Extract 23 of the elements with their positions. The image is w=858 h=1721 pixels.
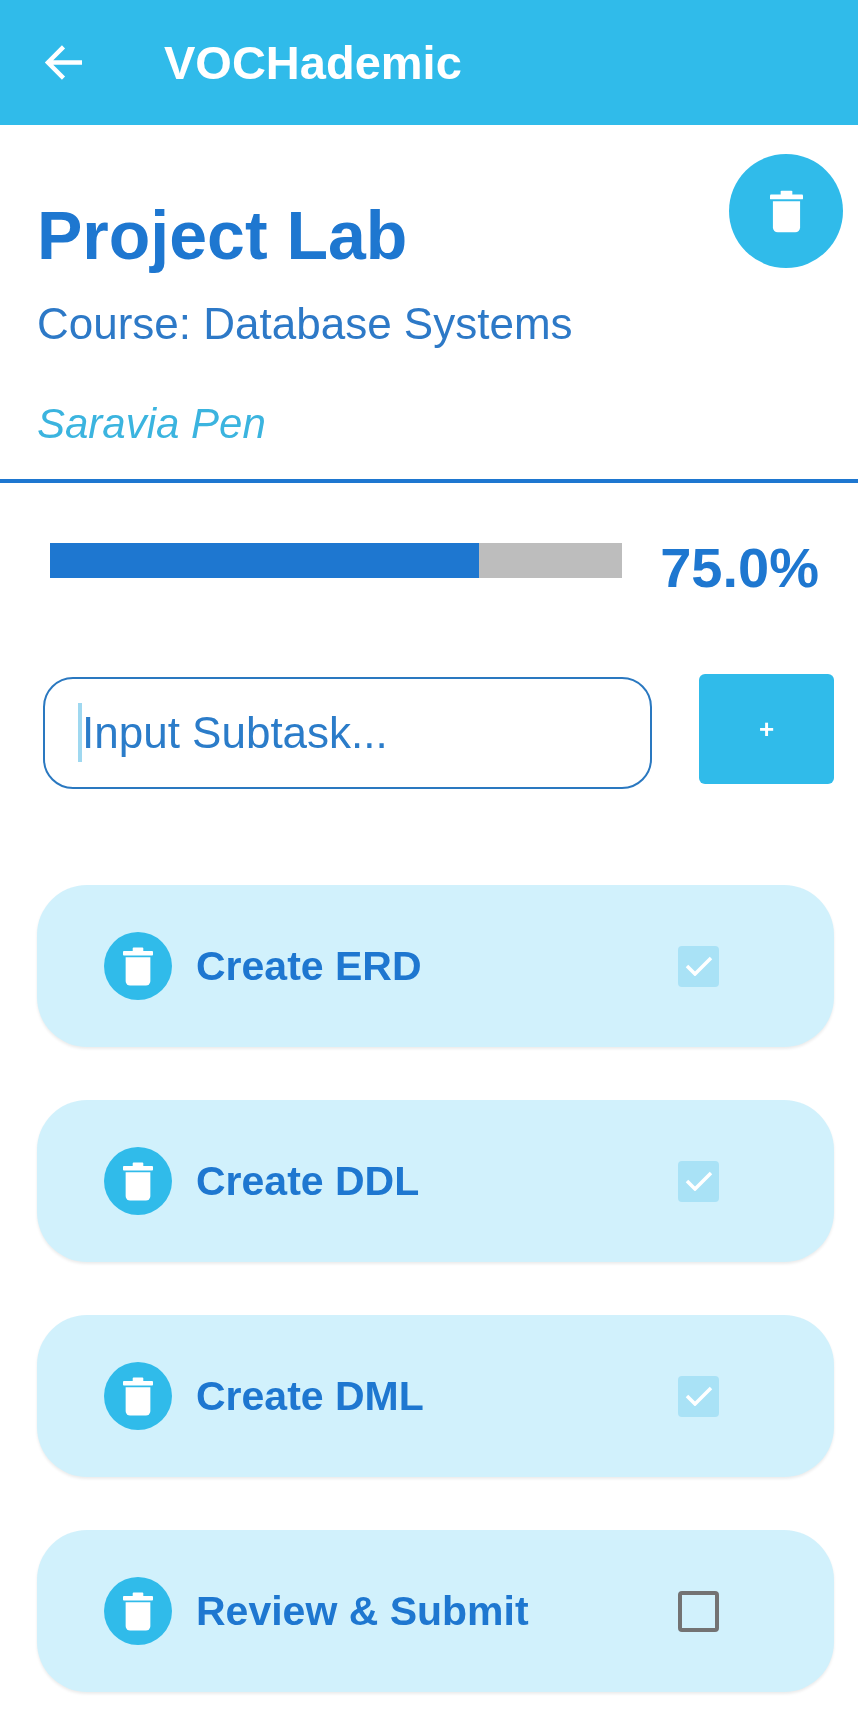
check-icon: [684, 1386, 713, 1406]
subtask-label: Review & Submit: [196, 1590, 530, 1632]
trash-icon: [123, 946, 153, 986]
check-icon: [684, 956, 713, 976]
checkbox[interactable]: [678, 1375, 719, 1417]
checkbox[interactable]: [678, 1160, 719, 1202]
back-arrow-icon: [43, 44, 83, 81]
author-name: Saravia Pen: [37, 403, 267, 445]
trash-icon: [769, 189, 803, 233]
subtask-label: Create ERD: [196, 945, 423, 987]
course-name: Course: Database Systems: [37, 302, 573, 346]
progress-percentage: 75.0%: [660, 540, 819, 596]
checkbox[interactable]: [678, 945, 719, 987]
subtask-label: Create DML: [196, 1375, 425, 1417]
trash-icon: [123, 1591, 153, 1631]
trash-icon: [123, 1376, 153, 1416]
add-subtask-button[interactable]: +: [699, 674, 834, 784]
check-icon: [684, 1171, 713, 1191]
subtask-label: Create DDL: [196, 1160, 421, 1202]
checkbox[interactable]: [678, 1590, 719, 1632]
trash-icon: [123, 1161, 153, 1201]
input-field[interactable]: Input Subtask...: [43, 677, 652, 789]
app-title: VOCHademic: [164, 39, 462, 86]
